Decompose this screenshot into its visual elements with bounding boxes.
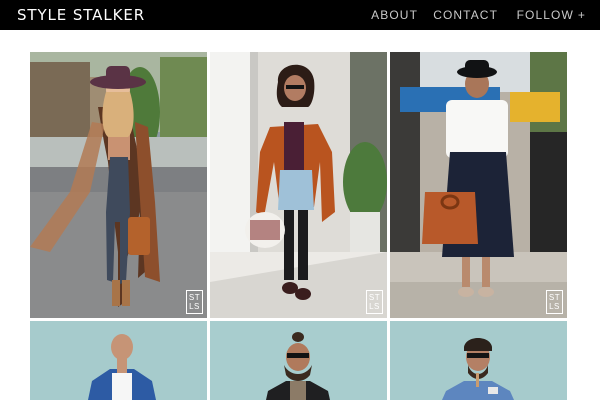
- gallery-photo-3[interactable]: ST LS: [390, 52, 567, 318]
- watermark-line-2: LS: [549, 302, 560, 311]
- street-style-photo: [210, 52, 387, 318]
- watermark-line-1: ST: [548, 293, 561, 302]
- gallery-photo-1[interactable]: ST LS: [30, 52, 207, 318]
- gallery-photo-5[interactable]: [210, 321, 387, 400]
- gallery-photo-4[interactable]: [30, 321, 207, 400]
- watermark-line-1: ST: [368, 293, 381, 302]
- style-stalker-watermark: ST LS: [546, 290, 563, 314]
- street-style-photo: [30, 52, 207, 318]
- style-stalker-watermark: ST LS: [366, 290, 383, 314]
- street-style-photo: [30, 321, 207, 400]
- watermark-line-2: LS: [369, 302, 380, 311]
- gallery-photo-2[interactable]: ST LS: [210, 52, 387, 318]
- photo-grid: ST LS ST LS ST LS: [0, 0, 600, 400]
- style-stalker-watermark: ST LS: [186, 290, 203, 314]
- gallery-photo-6[interactable]: [390, 321, 567, 400]
- watermark-line-1: ST: [188, 293, 201, 302]
- street-style-photo: [390, 52, 567, 318]
- street-style-photo: [210, 321, 387, 400]
- watermark-line-2: LS: [189, 302, 200, 311]
- street-style-photo: [390, 321, 567, 400]
